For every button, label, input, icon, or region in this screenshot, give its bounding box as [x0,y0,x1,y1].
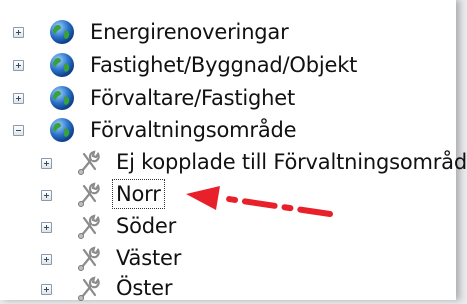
tree-node-fastighet-byggnad-objekt[interactable]: Fastighet/Byggnad/Objekt [0,49,456,81]
tree-node-energirenoveringar[interactable]: Energirenoveringar [0,16,456,48]
tree-node-forvaltningsomrade[interactable]: Förvaltningsområde [0,114,456,146]
annotation-arrow-icon [186,186,333,217]
expand-plus-icon[interactable] [41,190,52,201]
tree-node-ej-kopplade[interactable]: Ej kopplade till Förvaltningsområde [0,146,467,178]
expand-plus-icon[interactable] [13,93,24,104]
tree-view-panel: Energirenoveringar Fastighet/Byggnad/Obj… [0,0,467,301]
tree-node-label: Ej kopplade till Förvaltningsområde [116,150,467,174]
wrench-icon [78,276,100,301]
tree-node-label: Energirenoveringar [90,20,289,44]
tree-node-label: Förvaltare/Fastighet [90,86,296,110]
expand-plus-icon[interactable] [41,158,52,169]
tree-node-oster[interactable]: Öster [0,272,456,304]
tree-node-label: Öster [116,276,173,300]
globe-icon [50,20,74,44]
globe-icon [50,53,74,77]
globe-icon [50,118,74,142]
wrench-icon [78,182,100,207]
tree-node-label: Förvaltningsområde [90,118,297,142]
expand-plus-icon[interactable] [13,60,24,71]
expand-plus-icon[interactable] [41,222,52,233]
expand-plus-icon[interactable] [41,254,52,265]
wrench-icon [78,150,100,175]
wrench-icon [78,246,100,271]
tree-node-forvaltare-fastighet[interactable]: Förvaltare/Fastighet [0,82,456,114]
tree-node-label: Söder [116,214,177,238]
tree-node-label: Väster [116,246,182,270]
collapse-minus-icon[interactable] [13,125,24,136]
tree-node-label: Norr [112,179,165,209]
tree-node-vaster[interactable]: Väster [0,242,456,274]
wrench-icon [78,214,100,239]
globe-icon [50,86,74,110]
tree-node-label: Fastighet/Byggnad/Objekt [90,53,358,77]
expand-plus-icon[interactable] [13,27,24,38]
expand-plus-icon[interactable] [41,284,52,295]
